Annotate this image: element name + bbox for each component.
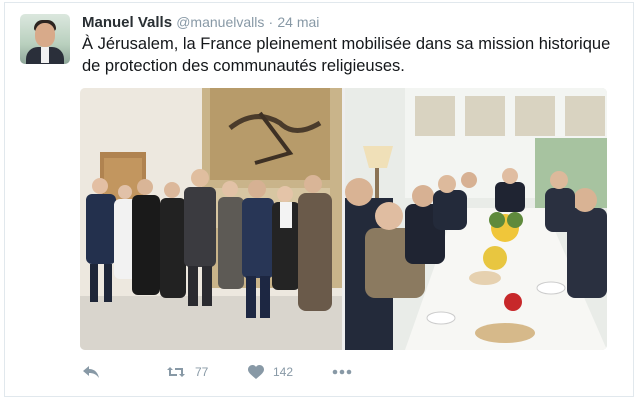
more-dots-icon [332, 369, 352, 375]
like-button[interactable]: 142 [248, 362, 293, 382]
retweet-button[interactable]: 77 [166, 362, 208, 382]
retweet-icon [167, 367, 185, 377]
retweet-count: 77 [195, 365, 209, 379]
tweet-text: À Jérusalem, la France pleinement mobili… [82, 35, 611, 75]
tweet-media[interactable] [80, 88, 607, 350]
avatar-face [35, 23, 55, 47]
heart-icon [248, 364, 264, 379]
reply-icon [83, 366, 99, 378]
tweet-header: Manuel Valls @manuelvalls · 24 mai [82, 13, 319, 32]
header-separator: · [268, 14, 274, 30]
reply-button[interactable] [82, 362, 100, 382]
photo-dinner-meeting[interactable] [345, 88, 607, 350]
page: Manuel Valls @manuelvalls · 24 mai À Jér… [0, 0, 640, 401]
tweet-date[interactable]: 24 mai [277, 14, 319, 30]
tweet-actions: 77 142 [82, 362, 402, 382]
author-handle[interactable]: @manuelvalls [176, 14, 264, 30]
more-button[interactable] [332, 362, 352, 382]
avatar[interactable] [20, 14, 70, 64]
author-name[interactable]: Manuel Valls [82, 14, 172, 31]
avatar-shirt [41, 47, 49, 63]
photo-group-portrait[interactable] [80, 88, 342, 350]
like-count: 142 [273, 365, 294, 379]
